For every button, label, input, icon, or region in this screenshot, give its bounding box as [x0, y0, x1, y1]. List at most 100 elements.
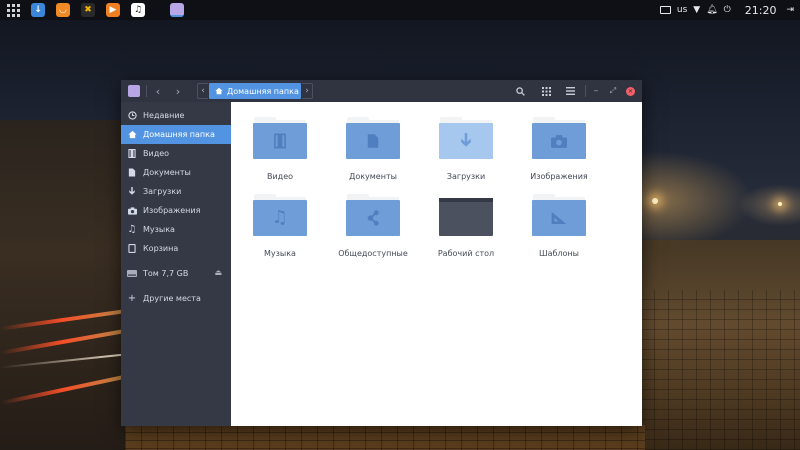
breadcrumb-home[interactable]: Домашняя папка [209, 83, 301, 99]
wallpaper-pavement [640, 290, 800, 450]
minimize-icon: – [593, 86, 599, 96]
folder-icon: ♫ [253, 194, 307, 236]
download-arrow-icon [461, 133, 471, 147]
music-note-icon: ♫ [127, 224, 137, 235]
clock[interactable]: 21:20 [745, 4, 777, 17]
camera-icon [127, 206, 137, 216]
maximize-button[interactable]: ⤢ [605, 83, 621, 99]
folder-video[interactable]: Видео [240, 117, 320, 191]
folder-icon [346, 194, 400, 236]
download-icon [127, 187, 137, 197]
maximize-icon: ⤢ [609, 86, 617, 95]
search-icon [515, 86, 525, 96]
places-sidebar: Недавние Домашняя папка Видео Документы … [121, 102, 231, 426]
camera-icon [551, 134, 567, 148]
view-grid-button[interactable] [538, 83, 554, 99]
sidebar-item-label: Другие места [143, 294, 201, 303]
hamburger-menu-icon [565, 87, 575, 95]
media-app-icon[interactable]: ✖ [81, 3, 95, 17]
power-icon[interactable]: ⏻ [724, 5, 731, 15]
close-button[interactable]: ✕ [626, 87, 635, 96]
system-tray: us ▼ 🔔︎ ⏻ 21:20 ⇥ [659, 4, 794, 17]
sidebar-item-documents[interactable]: Документы [121, 163, 231, 182]
clock-icon [127, 111, 137, 121]
wallpaper-pavement [125, 425, 645, 450]
image-viewer-app-icon[interactable] [170, 3, 184, 17]
folder-icon [346, 117, 400, 159]
sidebar-item-pictures[interactable]: Изображения [121, 201, 231, 220]
sidebar-item-label: Видео [143, 149, 170, 158]
player-app-icon[interactable]: ▶ [106, 3, 120, 17]
folder-icon [439, 117, 493, 159]
document-icon [367, 134, 379, 148]
keyboard-layout[interactable]: us [677, 5, 687, 15]
wallpaper-street-lamp [652, 198, 658, 204]
folder-label: Шаблоны [539, 249, 579, 258]
folder-templates[interactable]: Шаблоны [519, 194, 599, 268]
logout-icon[interactable]: ⇥ [786, 5, 794, 15]
folder-icon [532, 117, 586, 159]
film-icon [127, 149, 137, 159]
eject-icon[interactable]: ⏏ [214, 268, 222, 277]
download-app-icon[interactable]: ↓ [31, 3, 45, 17]
home-icon [127, 130, 137, 140]
folder-label: Видео [266, 172, 294, 181]
notification-bell-icon[interactable]: 🔔︎ [706, 5, 717, 15]
sidebar-item-other-places[interactable]: + Другие места [121, 289, 231, 308]
top-panel: ↓ ◡ ✖ ▶ ♫ us ▼ 🔔︎ ⏻ 21:20 ⇥ [0, 0, 800, 20]
music-app-icon[interactable]: ♫ [131, 3, 145, 17]
film-icon [274, 133, 286, 149]
sidebar-item-label: Изображения [143, 206, 201, 215]
sidebar-item-label: Том 7,7 GB [143, 269, 189, 278]
app-grid-icon[interactable] [6, 3, 20, 17]
back-button[interactable]: ‹ [150, 83, 166, 99]
path-scroll-right-button[interactable]: › [302, 83, 313, 99]
chevron-right-icon: › [175, 84, 181, 98]
document-icon [127, 168, 137, 178]
folder-icon [439, 194, 493, 236]
sidebar-item-label: Недавние [143, 111, 185, 120]
trash-icon [127, 244, 137, 254]
desktop-icon [439, 198, 493, 202]
close-icon: ✕ [627, 88, 634, 95]
breadcrumb-label: Домашняя папка [227, 86, 299, 96]
folder-desktop[interactable]: Рабочий стол [426, 194, 506, 268]
folder-pictures[interactable]: Изображения [519, 117, 599, 191]
file-manager-window: ‹ › ‹ Домашняя папка › – ⤢ ✕ Недавние До… [121, 80, 642, 426]
folder-documents[interactable]: Документы [333, 117, 413, 191]
folder-public[interactable]: Общедоступные [333, 194, 413, 268]
folder-view[interactable]: Видео Документы Загрузки Изображения ♫ М… [231, 102, 642, 426]
files-app-icon[interactable]: ◡ [56, 3, 70, 17]
sidebar-item-label: Документы [143, 168, 191, 177]
minimize-button[interactable]: – [588, 83, 604, 99]
sidebar-item-recent[interactable]: Недавние [121, 106, 231, 125]
keyboard-icon[interactable] [659, 6, 671, 14]
folder-music[interactable]: ♫ Музыка [240, 194, 320, 268]
menu-button[interactable] [562, 83, 578, 99]
folder-label: Рабочий стол [437, 249, 495, 258]
sidebar-item-label: Домашняя папка [143, 130, 215, 139]
sidebar-item-home[interactable]: Домашняя папка [121, 125, 231, 144]
sidebar-item-trash[interactable]: Корзина [121, 239, 231, 258]
sidebar-item-volume[interactable]: Том 7,7 GB ⏏ [121, 264, 231, 283]
drive-icon [127, 269, 137, 279]
folder-label: Загрузки [446, 172, 486, 181]
file-manager-app-icon [128, 85, 140, 97]
wallpaper-street-lamp [778, 202, 782, 206]
sidebar-item-downloads[interactable]: Загрузки [121, 182, 231, 201]
sidebar-item-video[interactable]: Видео [121, 144, 231, 163]
search-button[interactable] [512, 83, 528, 99]
forward-button[interactable]: › [170, 83, 186, 99]
folder-icon [253, 117, 307, 159]
sidebar-item-label: Загрузки [143, 187, 182, 196]
toolbar-separator [146, 85, 147, 97]
folder-label: Документы [349, 172, 397, 181]
path-scroll-left-button[interactable]: ‹ [197, 83, 208, 99]
wifi-icon[interactable]: ▼ [693, 5, 700, 15]
plus-icon: + [127, 293, 137, 304]
window-titlebar[interactable]: ‹ › ‹ Домашняя папка › – ⤢ ✕ [121, 80, 642, 102]
folder-downloads[interactable]: Загрузки [426, 117, 506, 191]
folder-icon [532, 194, 586, 236]
folder-label: Изображения [530, 172, 588, 181]
sidebar-item-music[interactable]: ♫ Музыка [121, 220, 231, 239]
